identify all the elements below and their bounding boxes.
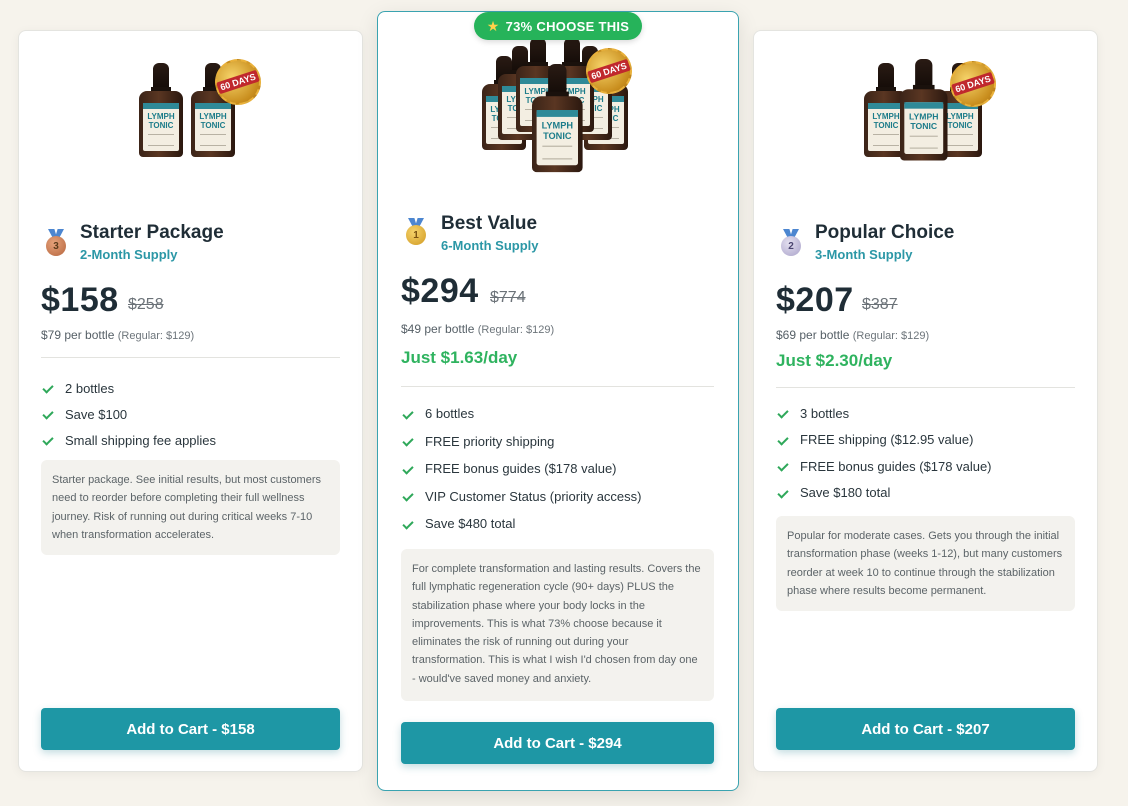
plan-name: Starter Package	[80, 222, 224, 243]
old-price: $774	[490, 289, 526, 306]
feature-item: Small shipping fee applies	[43, 427, 216, 453]
per-day-price: Just $1.63/day	[401, 348, 518, 367]
star-icon: ★	[486, 17, 500, 34]
price: $158	[41, 281, 119, 319]
feature-item: FREE bonus guides ($178 value)	[778, 453, 992, 480]
bottle: LYMPHTONIC	[900, 59, 948, 161]
per-bottle-price: $69 per bottle (Regular: $129)	[776, 328, 930, 342]
plan-note: Popular for moderate cases. Gets you thr…	[776, 516, 1075, 611]
check-icon	[403, 409, 415, 419]
divider	[41, 357, 340, 358]
check-icon	[778, 461, 790, 471]
product-image: LYMPH TONIC LYMPH TONIC 60 DAYS	[139, 53, 269, 179]
plan-card-best-value: LYMPHTONIC LYMPHTONIC LYMPHTONIC LYMPHTO…	[377, 11, 739, 791]
feature-item: VIP Customer Status (priority access)	[403, 483, 642, 511]
check-icon	[43, 435, 55, 445]
old-price: $387	[862, 296, 898, 313]
check-icon	[43, 409, 55, 419]
bottle: LYMPHTONIC	[139, 63, 183, 157]
add-to-cart-button[interactable]: Add to Cart - $158	[41, 708, 340, 750]
feature-item: 3 bottles	[778, 400, 992, 427]
price: $294	[401, 272, 479, 310]
plan-card-starter: LYMPH TONIC LYMPH TONIC 60 DAYS 3 Starter …	[18, 30, 363, 772]
plan-note: For complete transformation and lasting …	[401, 549, 714, 701]
product-image: LYMPH TONIC LYMPH TONIC LYMPH TONIC 60 DAYS	[864, 55, 1004, 187]
add-to-cart-button[interactable]: Add to Cart - $294	[401, 722, 714, 764]
per-bottle-price: $79 per bottle (Regular: $129)	[41, 328, 195, 342]
price: $207	[776, 281, 854, 319]
per-day-price: Just $2.30/day	[776, 351, 893, 370]
feature-list: 3 bottles FREE shipping ($12.95 value) F…	[778, 400, 992, 506]
check-icon	[778, 408, 790, 418]
bronze-medal-icon: 3	[45, 229, 67, 257]
plan-supply: 6-Month Supply	[441, 238, 539, 253]
product-image: LYMPHTONIC LYMPHTONIC LYMPHTONIC LYMPHTO…	[482, 36, 652, 196]
silver-medal-icon: 2	[780, 229, 802, 257]
check-icon	[403, 519, 415, 529]
feature-item: Save $480 total	[403, 510, 642, 538]
bottle: LYMPHTONIC	[532, 64, 583, 173]
old-price: $258	[128, 296, 164, 313]
plan-note: Starter package. See initial results, bu…	[41, 460, 340, 555]
feature-item: Save $180 total	[778, 480, 992, 507]
gold-medal-icon: 1	[405, 218, 427, 246]
divider	[776, 387, 1075, 388]
check-icon	[43, 383, 55, 393]
feature-item: Save $100	[43, 401, 216, 427]
feature-item: 2 bottles	[43, 375, 216, 401]
plan-card-popular: LYMPH TONIC LYMPH TONIC LYMPH TONIC 60 DAYS…	[753, 30, 1098, 772]
feature-item: FREE priority shipping	[403, 428, 642, 456]
feature-item: FREE shipping ($12.95 value)	[778, 427, 992, 454]
check-icon	[778, 488, 790, 498]
check-icon	[403, 491, 415, 501]
plan-supply: 2-Month Supply	[80, 247, 178, 262]
per-bottle-price: $49 per bottle (Regular: $129)	[401, 322, 555, 336]
add-to-cart-button[interactable]: Add to Cart - $207	[776, 708, 1075, 750]
check-icon	[778, 435, 790, 445]
plan-supply: 3-Month Supply	[815, 247, 913, 262]
plan-name: Best Value	[441, 213, 538, 234]
feature-item: FREE bonus guides ($178 value)	[403, 455, 642, 483]
feature-list: 2 bottles Save $100 Small shipping fee a…	[43, 375, 216, 453]
plan-name: Popular Choice	[815, 222, 955, 243]
check-icon	[403, 464, 415, 474]
feature-item: 6 bottles	[403, 400, 642, 428]
divider	[401, 386, 714, 387]
feature-list: 6 bottles FREE priority shipping FREE bo…	[403, 400, 642, 538]
check-icon	[403, 436, 415, 446]
popular-badge: ★ 73% CHOOSE THIS	[474, 12, 642, 40]
